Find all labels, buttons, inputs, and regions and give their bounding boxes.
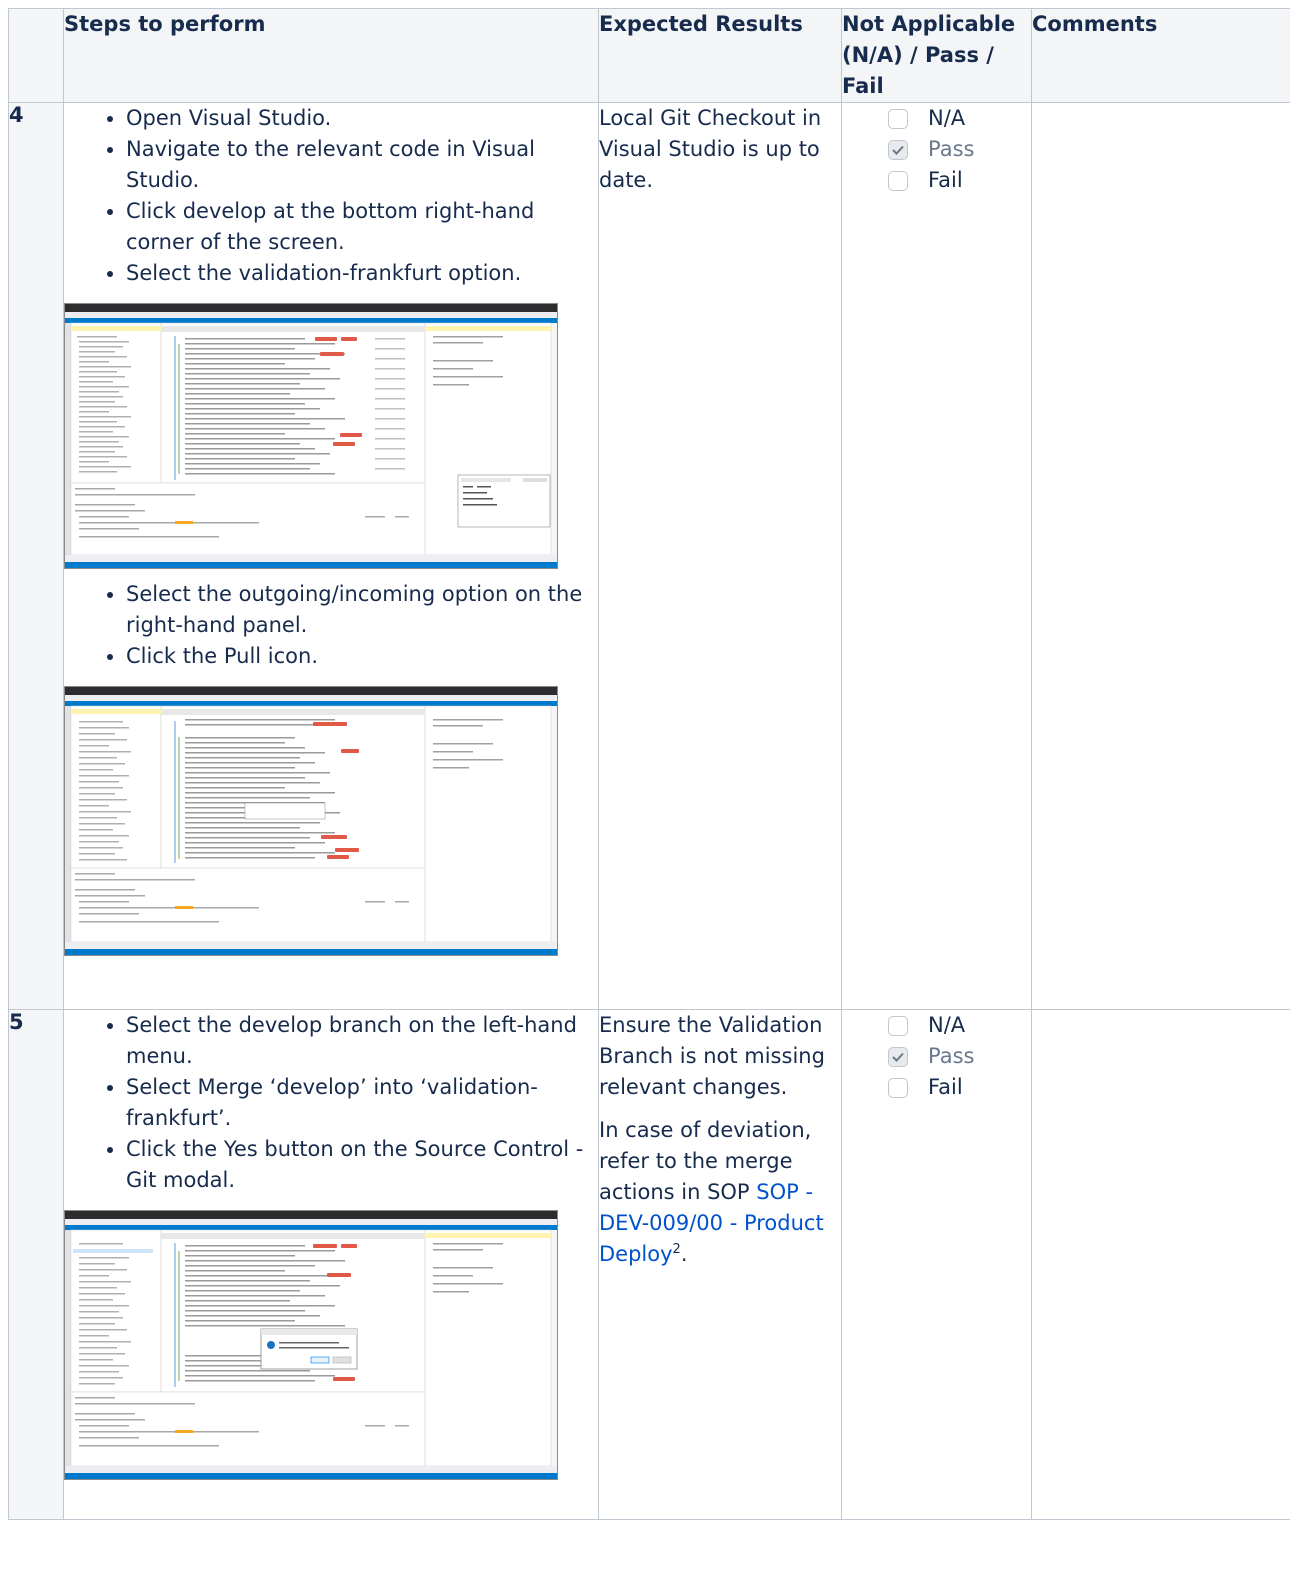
- header-expected: Expected Results: [598, 8, 842, 103]
- step-item: Click develop at the bottom right-hand c…: [126, 196, 598, 258]
- status-option-fail[interactable]: Fail: [842, 1072, 1031, 1103]
- checkbox-unchecked-icon[interactable]: [888, 1015, 908, 1036]
- status-label: N/A: [928, 1013, 966, 1037]
- status-label: Fail: [928, 168, 963, 192]
- step-item: Select the validation-frankfurt option.: [126, 258, 598, 289]
- checkmark-icon: [892, 145, 904, 155]
- table-row: 5 Select the develop branch on the left-…: [8, 1009, 1290, 1520]
- status-option-pass[interactable]: Pass: [842, 1041, 1031, 1072]
- steps-cell: Select the develop branch on the left-ha…: [63, 1009, 599, 1520]
- steps-list: Select the develop branch on the left-ha…: [64, 1010, 598, 1196]
- status-option-na[interactable]: N/A: [842, 1010, 1031, 1041]
- status-cell: N/A Pass Fail: [841, 1009, 1032, 1520]
- step-item: Select the develop branch on the left-ha…: [126, 1010, 598, 1072]
- step-item: Open Visual Studio.: [126, 103, 598, 134]
- header-status: Not Applicable (N/A) / Pass / Fail: [841, 8, 1032, 103]
- checkbox-checked-icon[interactable]: [888, 139, 908, 160]
- step-item: Select Merge ‘develop’ into ‘validation-…: [126, 1072, 598, 1134]
- status-option-na[interactable]: N/A: [842, 103, 1031, 134]
- row-number: 4: [8, 102, 64, 1010]
- header-number: [8, 8, 64, 103]
- step-item: Click the Yes button on the Source Contr…: [126, 1134, 598, 1196]
- expected-cell: Ensure the Validation Branch is not miss…: [598, 1009, 842, 1520]
- row-number: 5: [8, 1009, 64, 1520]
- checkmark-icon: [892, 1052, 904, 1062]
- steps-list: Open Visual Studio. Navigate to the rele…: [64, 103, 598, 289]
- steps-cell: Open Visual Studio. Navigate to the rele…: [63, 102, 599, 1010]
- step-item: Select the outgoing/incoming option on t…: [126, 579, 598, 641]
- steps-list: Select the outgoing/incoming option on t…: [64, 579, 598, 672]
- step-item: Navigate to the relevant code in Visual …: [126, 134, 598, 196]
- checkbox-unchecked-icon[interactable]: [888, 170, 908, 191]
- expected-cell: Local Git Checkout in Visual Studio is u…: [598, 102, 842, 1010]
- status-label: Fail: [928, 1075, 963, 1099]
- expected-text: Ensure the Validation Branch is not miss…: [599, 1013, 825, 1099]
- header-steps: Steps to perform: [63, 8, 599, 103]
- checkbox-unchecked-icon[interactable]: [888, 1077, 908, 1098]
- deviation-suffix: .: [680, 1242, 688, 1266]
- checkbox-checked-icon[interactable]: [888, 1046, 908, 1067]
- status-label: N/A: [928, 106, 966, 130]
- checkbox-unchecked-icon[interactable]: [888, 108, 908, 129]
- status-option-pass[interactable]: Pass: [842, 134, 1031, 165]
- step-item: Click the Pull icon.: [126, 641, 598, 672]
- status-label: Pass: [928, 137, 975, 161]
- comments-cell[interactable]: [1031, 102, 1290, 1010]
- comments-cell[interactable]: [1031, 1009, 1290, 1520]
- footnote-ref[interactable]: 2: [673, 1242, 681, 1257]
- test-steps-table: Steps to perform Expected Results Not Ap…: [8, 8, 1290, 1520]
- header-comments: Comments: [1031, 8, 1290, 103]
- table-row: 4 Open Visual Studio. Navigate to the re…: [8, 102, 1290, 1010]
- visual-studio-screenshot: [64, 1210, 558, 1480]
- status-label: Pass: [928, 1044, 975, 1068]
- visual-studio-screenshot: [64, 303, 558, 569]
- status-cell: N/A Pass Fail: [841, 102, 1032, 1010]
- expected-text: Local Git Checkout in Visual Studio is u…: [599, 106, 822, 192]
- visual-studio-screenshot: [64, 686, 558, 956]
- status-option-fail[interactable]: Fail: [842, 165, 1031, 196]
- deviation-text: In case of deviation, refer to the merge…: [599, 1115, 841, 1270]
- header-row: Steps to perform Expected Results Not Ap…: [8, 8, 1290, 103]
